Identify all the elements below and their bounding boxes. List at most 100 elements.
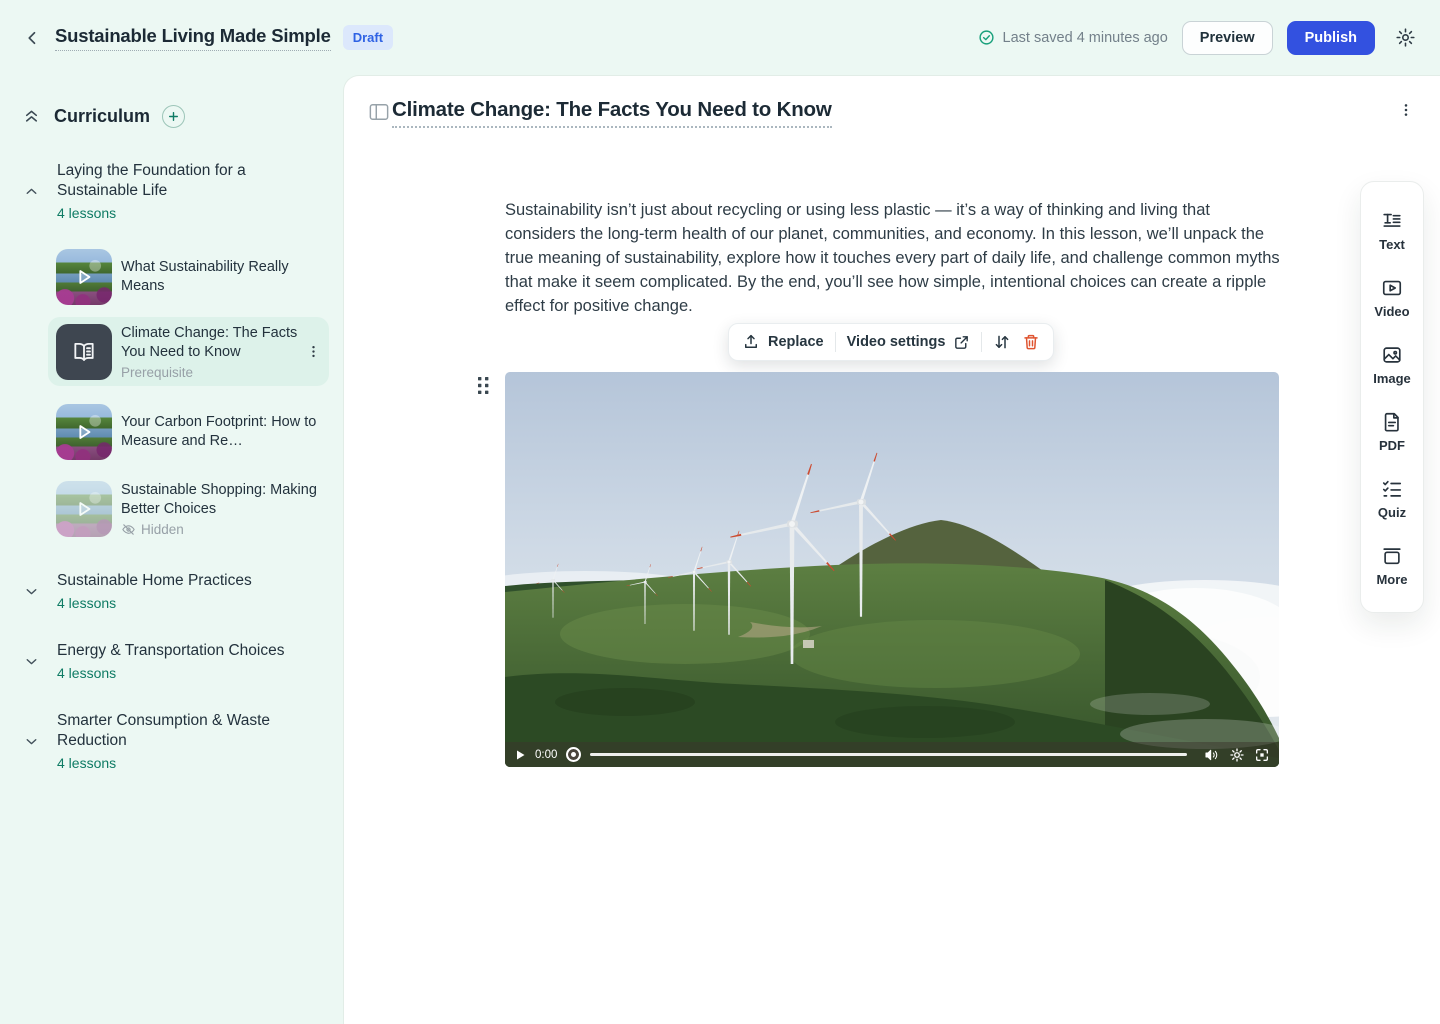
external-link-icon <box>953 334 970 351</box>
video-current-time: 0:00 <box>535 749 557 761</box>
page-title[interactable]: Climate Change: The Facts You Need to Kn… <box>392 98 832 128</box>
video-progress-track[interactable] <box>590 753 1187 756</box>
eye-off-icon <box>121 522 136 537</box>
section-2-toggle[interactable] <box>23 583 40 600</box>
section-lesson-count: 4 lessons <box>57 665 116 681</box>
panel-layout-icon <box>369 103 389 121</box>
block-drag-handle[interactable] <box>476 375 491 396</box>
lesson-menu-button[interactable] <box>306 344 321 359</box>
video-scrubber-handle[interactable] <box>566 747 581 762</box>
insert-more-button[interactable]: More <box>1361 532 1423 599</box>
lesson-intro-paragraph[interactable]: Sustainability isn’t just about recyclin… <box>505 198 1281 318</box>
check-circle-icon <box>978 29 995 46</box>
insert-video-button[interactable]: Video <box>1361 264 1423 331</box>
section-lesson-count: 4 lessons <box>57 595 116 611</box>
video-poster-wind-turbines <box>505 372 1279 767</box>
play-icon <box>514 749 526 761</box>
lesson-options-button[interactable] <box>1398 102 1414 118</box>
insert-text-button[interactable]: Text <box>1361 197 1423 264</box>
kebab-icon <box>306 344 321 359</box>
video-block-icon <box>1381 277 1403 299</box>
section-title[interactable]: Laying the Foundation for a Sustainable … <box>57 161 303 201</box>
section-1-toggle[interactable] <box>23 183 40 200</box>
insert-image-button[interactable]: Image <box>1361 331 1423 398</box>
section-title[interactable]: Energy & Transportation Choices <box>57 641 303 661</box>
toolbar-divider <box>835 332 836 352</box>
curriculum-sidebar: Curriculum Laying the Foundation for a S… <box>0 75 343 1024</box>
open-book-icon <box>71 339 97 365</box>
play-icon <box>56 481 112 537</box>
volume-icon <box>1204 747 1220 763</box>
delete-block-button[interactable] <box>1022 333 1040 351</box>
add-section-button[interactable] <box>162 105 185 128</box>
image-block-icon <box>1381 344 1403 366</box>
lesson-video-thumbnail <box>56 249 112 305</box>
fullscreen-icon <box>1254 747 1270 763</box>
double-chevron-up-icon <box>22 107 41 126</box>
player-settings-button[interactable] <box>1229 747 1245 763</box>
chevron-down-icon <box>23 733 40 750</box>
fullscreen-button[interactable] <box>1254 747 1270 763</box>
insert-quiz-button[interactable]: Quiz <box>1361 465 1423 532</box>
play-button[interactable] <box>514 749 526 761</box>
lesson-title: Your Carbon Footprint: How to Measure an… <box>121 413 321 451</box>
lesson-reading-thumbnail <box>56 324 112 380</box>
gear-icon <box>1395 27 1416 48</box>
video-control-bar: 0:00 <box>505 742 1279 767</box>
pdf-block-icon <box>1381 411 1403 433</box>
section-3-toggle[interactable] <box>23 653 40 670</box>
course-title[interactable]: Sustainable Living Made Simple <box>55 25 331 51</box>
chevron-up-icon <box>23 183 40 200</box>
kebab-icon <box>1398 102 1414 118</box>
arrows-up-down-icon <box>993 333 1011 351</box>
plus-icon <box>167 110 180 123</box>
section-title[interactable]: Sustainable Home Practices <box>57 571 303 591</box>
sidebar-toggle-button[interactable] <box>369 103 389 121</box>
text-block-icon <box>1381 210 1403 232</box>
volume-button[interactable] <box>1204 747 1220 763</box>
six-dots-icon <box>476 375 491 396</box>
lesson-title: Sustainable Shopping: Making Better Choi… <box>121 481 321 519</box>
section-4-toggle[interactable] <box>23 733 40 750</box>
chevron-down-icon <box>23 583 40 600</box>
trash-icon <box>1022 333 1040 351</box>
sidebar-title: Curriculum <box>54 106 150 127</box>
lesson-item-sustainable-shopping[interactable]: Sustainable Shopping: Making Better Choi… <box>48 472 329 546</box>
play-icon <box>56 249 112 305</box>
video-block-toolbar: Replace Video settings <box>728 323 1054 361</box>
section-lesson-count: 4 lessons <box>57 755 116 771</box>
lesson-title: Climate Change: The Facts You Need to Kn… <box>121 324 306 362</box>
quiz-block-icon <box>1381 478 1403 500</box>
lesson-item-what-sustainability[interactable]: What Sustainability Really Means <box>48 243 329 311</box>
top-bar: Sustainable Living Made Simple Draft Las… <box>0 0 1440 75</box>
lesson-hidden-label: Hidden <box>141 522 184 537</box>
reorder-button[interactable] <box>993 333 1011 351</box>
status-badge: Draft <box>343 25 393 50</box>
last-saved-text: Last saved 4 minutes ago <box>1003 30 1168 46</box>
section-title[interactable]: Smarter Consumption & Waste Reduction <box>57 711 303 751</box>
lesson-video-thumbnail <box>56 481 112 537</box>
insert-block-toolbar: Text Video Image PDF Quiz More <box>1360 181 1424 613</box>
video-settings-button[interactable]: Video settings <box>847 334 971 351</box>
lesson-title: What Sustainability Really Means <box>121 258 321 296</box>
last-saved-status: Last saved 4 minutes ago <box>978 29 1168 46</box>
play-icon <box>56 404 112 460</box>
lesson-item-carbon-footprint[interactable]: Your Carbon Footprint: How to Measure an… <box>48 395 329 469</box>
chevron-down-icon <box>23 653 40 670</box>
preview-button[interactable]: Preview <box>1182 21 1273 55</box>
lesson-prerequisite-label: Prerequisite <box>121 365 306 380</box>
chevron-left-icon <box>24 29 42 47</box>
lesson-item-climate-change[interactable]: Climate Change: The Facts You Need to Kn… <box>48 317 329 386</box>
more-blocks-icon <box>1381 545 1403 567</box>
lesson-video-thumbnail <box>56 404 112 460</box>
collapse-all-button[interactable] <box>22 107 41 126</box>
back-button[interactable] <box>24 29 42 47</box>
upload-icon <box>742 333 760 351</box>
video-player[interactable]: 0:00 <box>505 372 1279 767</box>
section-lesson-count: 4 lessons <box>57 205 116 221</box>
publish-button[interactable]: Publish <box>1287 21 1375 55</box>
insert-pdf-button[interactable]: PDF <box>1361 398 1423 465</box>
toolbar-divider <box>981 332 982 352</box>
replace-button[interactable]: Replace <box>742 333 824 351</box>
settings-button[interactable] <box>1395 27 1416 48</box>
